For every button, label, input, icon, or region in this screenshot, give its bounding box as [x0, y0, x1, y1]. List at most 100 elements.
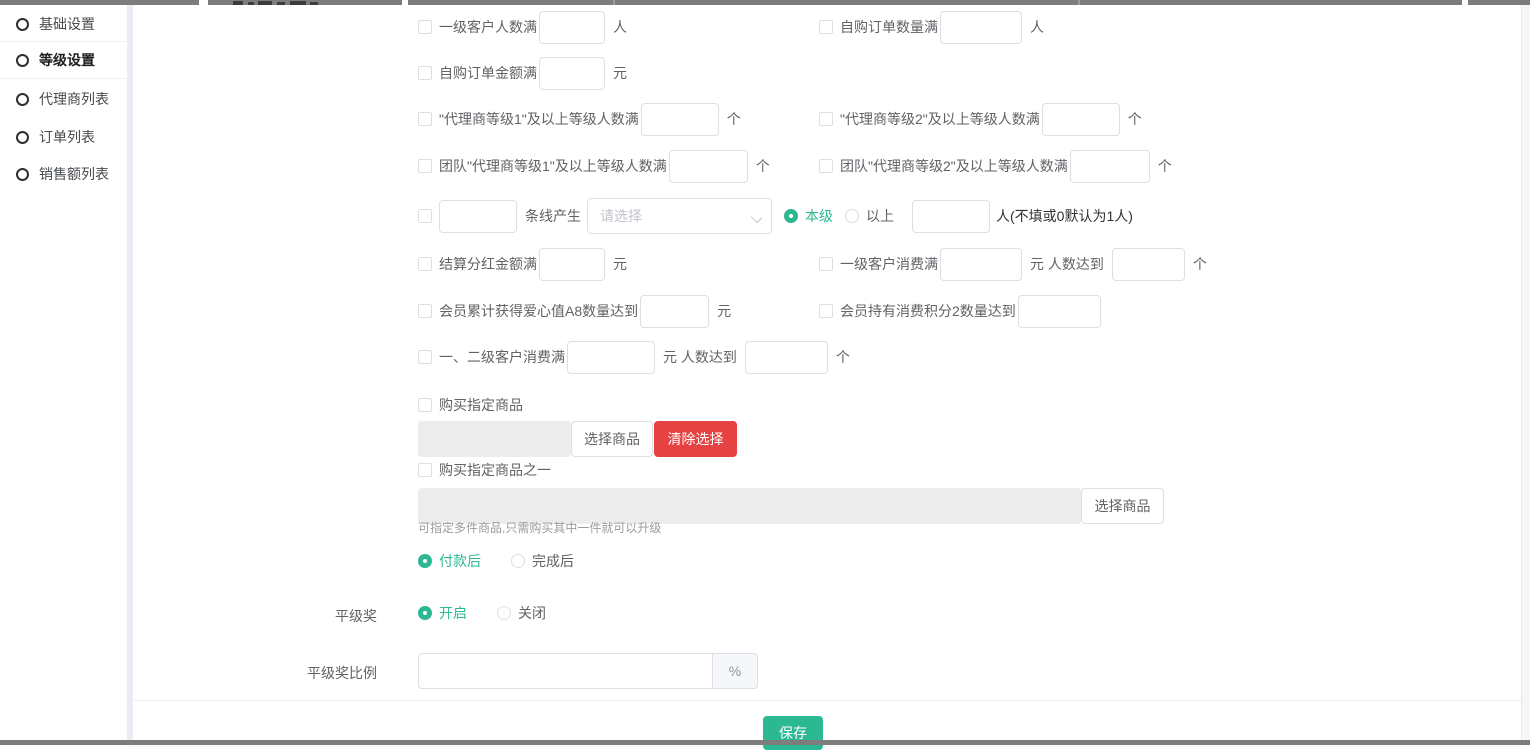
checkbox[interactable]	[418, 257, 432, 271]
radio-label: 付款后	[439, 551, 481, 571]
team-agent-level2-count-input[interactable]	[1070, 150, 1150, 183]
condition-label: 购买指定商品	[439, 395, 523, 415]
checkbox[interactable]	[418, 112, 432, 126]
clipped-text-fragment	[248, 2, 254, 5]
mid-label: 元 人数达到	[1030, 254, 1104, 274]
sidebar-item-label: 基础设置	[39, 14, 95, 34]
condition-buy-product: 购买指定商品	[418, 390, 523, 420]
unit-suffix: 个	[1128, 109, 1142, 129]
top-border-mark	[613, 0, 615, 5]
top-border-mark	[1078, 0, 1080, 5]
condition-label: 购买指定商品之一	[439, 460, 551, 480]
condition-label: 条线产生	[525, 206, 581, 226]
self-order-amount-input[interactable]	[539, 57, 605, 90]
level1-customer-count-input[interactable]	[539, 11, 605, 44]
checkbox[interactable]	[418, 463, 432, 477]
peer-award-ratio-input[interactable]	[418, 653, 713, 689]
agent-level1-count-input[interactable]	[641, 103, 719, 136]
condition-label: 一级客户消费满	[840, 254, 938, 274]
level1-consume-amount-input[interactable]	[940, 248, 1022, 281]
radio-peer-award-on[interactable]	[418, 606, 432, 620]
select-product-button[interactable]: 选择商品	[1081, 488, 1164, 524]
top-border-gap	[199, 0, 208, 5]
level-select[interactable]: 请选择	[587, 198, 772, 234]
checkbox[interactable]	[418, 398, 432, 412]
radio-after-completion[interactable]	[511, 554, 525, 568]
unit-suffix: 个	[756, 156, 770, 176]
self-order-count-input[interactable]	[940, 11, 1022, 44]
unit-suffix: 元	[613, 254, 627, 274]
checkbox[interactable]	[819, 304, 833, 318]
radio-same-level[interactable]	[784, 209, 798, 223]
checkbox[interactable]	[819, 159, 833, 173]
radio-label: 开启	[439, 603, 467, 623]
unit-suffix: 个	[836, 347, 850, 367]
unit-suffix: 个	[727, 109, 741, 129]
level12-consume-amount-input[interactable]	[567, 341, 655, 374]
clipped-text-fragment	[233, 1, 243, 5]
sidebar-item-agent-list[interactable]: 代理商列表	[0, 81, 127, 117]
agent-level2-count-input[interactable]	[1042, 103, 1120, 136]
condition-level12-customer-consume: 一、二级客户消费满 元 人数达到 个	[418, 340, 850, 374]
unit-suffix: 元	[717, 301, 731, 321]
radio-after-payment[interactable]	[418, 554, 432, 568]
condition-buy-product-one-of: 购买指定商品之一	[418, 455, 551, 485]
sidebar-item-level-settings[interactable]: 等级设置	[0, 41, 127, 79]
condition-team-agent-level1-count: 团队"代理商等级1"及以上等级人数满 个	[418, 149, 770, 183]
level-settings-form: 一级客户人数满 人 自购订单数量满 人 自购订单金额满 元 "代理商等级1"及以…	[133, 0, 1522, 745]
sidebar-item-basic-settings[interactable]: 基础设置	[0, 6, 127, 42]
sidebar-item-label: 代理商列表	[39, 89, 109, 109]
team-agent-level1-count-input[interactable]	[669, 150, 748, 183]
circle-bullet-icon	[16, 18, 29, 31]
condition-agent-level1-count: "代理商等级1"及以上等级人数满 个	[418, 102, 741, 136]
unit-suffix: 元	[613, 63, 627, 83]
condition-level1-customer-consume: 一级客户消费满 元 人数达到 个	[819, 247, 1207, 281]
radio-above-level[interactable]	[845, 209, 859, 223]
select-placeholder: 请选择	[600, 206, 642, 226]
checkbox[interactable]	[819, 20, 833, 34]
consume-points2-input[interactable]	[1018, 295, 1101, 328]
condition-level1-customer-count: 一级客户人数满 人	[418, 10, 627, 44]
level12-consume-people-input[interactable]	[745, 341, 828, 374]
settle-dividend-amount-input[interactable]	[539, 248, 605, 281]
peer-award-radios: 开启 关闭	[418, 599, 546, 627]
select-product-button[interactable]: 选择商品	[571, 421, 653, 457]
selected-product-display	[418, 421, 571, 457]
top-border-gap	[1462, 0, 1468, 5]
circle-bullet-icon	[16, 93, 29, 106]
checkbox[interactable]	[418, 20, 432, 34]
condition-label: 会员持有消费积分2数量达到	[840, 301, 1016, 321]
line-people-count-input[interactable]	[912, 200, 990, 233]
checkbox[interactable]	[418, 350, 432, 364]
checkbox[interactable]	[418, 209, 432, 223]
condition-label: 一、二级客户消费满	[439, 347, 565, 367]
unit-suffix: 个	[1158, 156, 1172, 176]
line-produce-note: 人(不填或0默认为1人)	[996, 206, 1133, 226]
sidebar-item-order-list[interactable]: 订单列表	[0, 119, 127, 155]
checkbox[interactable]	[819, 112, 833, 126]
checkbox[interactable]	[418, 159, 432, 173]
pay-timing-radios: 付款后 完成后	[418, 547, 574, 575]
sidebar-item-sales-list[interactable]: 销售额列表	[0, 156, 127, 192]
condition-team-agent-level2-count: 团队"代理商等级2"及以上等级人数满 个	[819, 149, 1172, 183]
multi-product-hint-row: 可指定多件商品,只需购买其中一件就可以升级	[418, 519, 661, 535]
checkbox[interactable]	[418, 66, 432, 80]
scrollbar[interactable]	[1521, 0, 1530, 745]
checkbox[interactable]	[819, 257, 833, 271]
footer-divider	[133, 700, 1522, 701]
radio-peer-award-off[interactable]	[497, 606, 511, 620]
condition-label: 会员累计获得爱心值A8数量达到	[439, 301, 638, 321]
condition-label: "代理商等级1"及以上等级人数满	[439, 109, 639, 129]
condition-label: "代理商等级2"及以上等级人数满	[840, 109, 1040, 129]
circle-bullet-icon	[16, 168, 29, 181]
level1-consume-people-input[interactable]	[1112, 248, 1185, 281]
line-count-input[interactable]	[439, 200, 517, 233]
condition-label: 一级客户人数满	[439, 17, 537, 37]
sidebar-item-label: 销售额列表	[39, 164, 109, 184]
circle-bullet-icon	[16, 54, 29, 67]
condition-self-order-count: 自购订单数量满 人	[819, 10, 1044, 44]
sidebar-item-label: 订单列表	[39, 127, 95, 147]
checkbox[interactable]	[418, 304, 432, 318]
clear-selection-button[interactable]: 清除选择	[654, 421, 737, 457]
love-value-a8-input[interactable]	[640, 295, 709, 328]
